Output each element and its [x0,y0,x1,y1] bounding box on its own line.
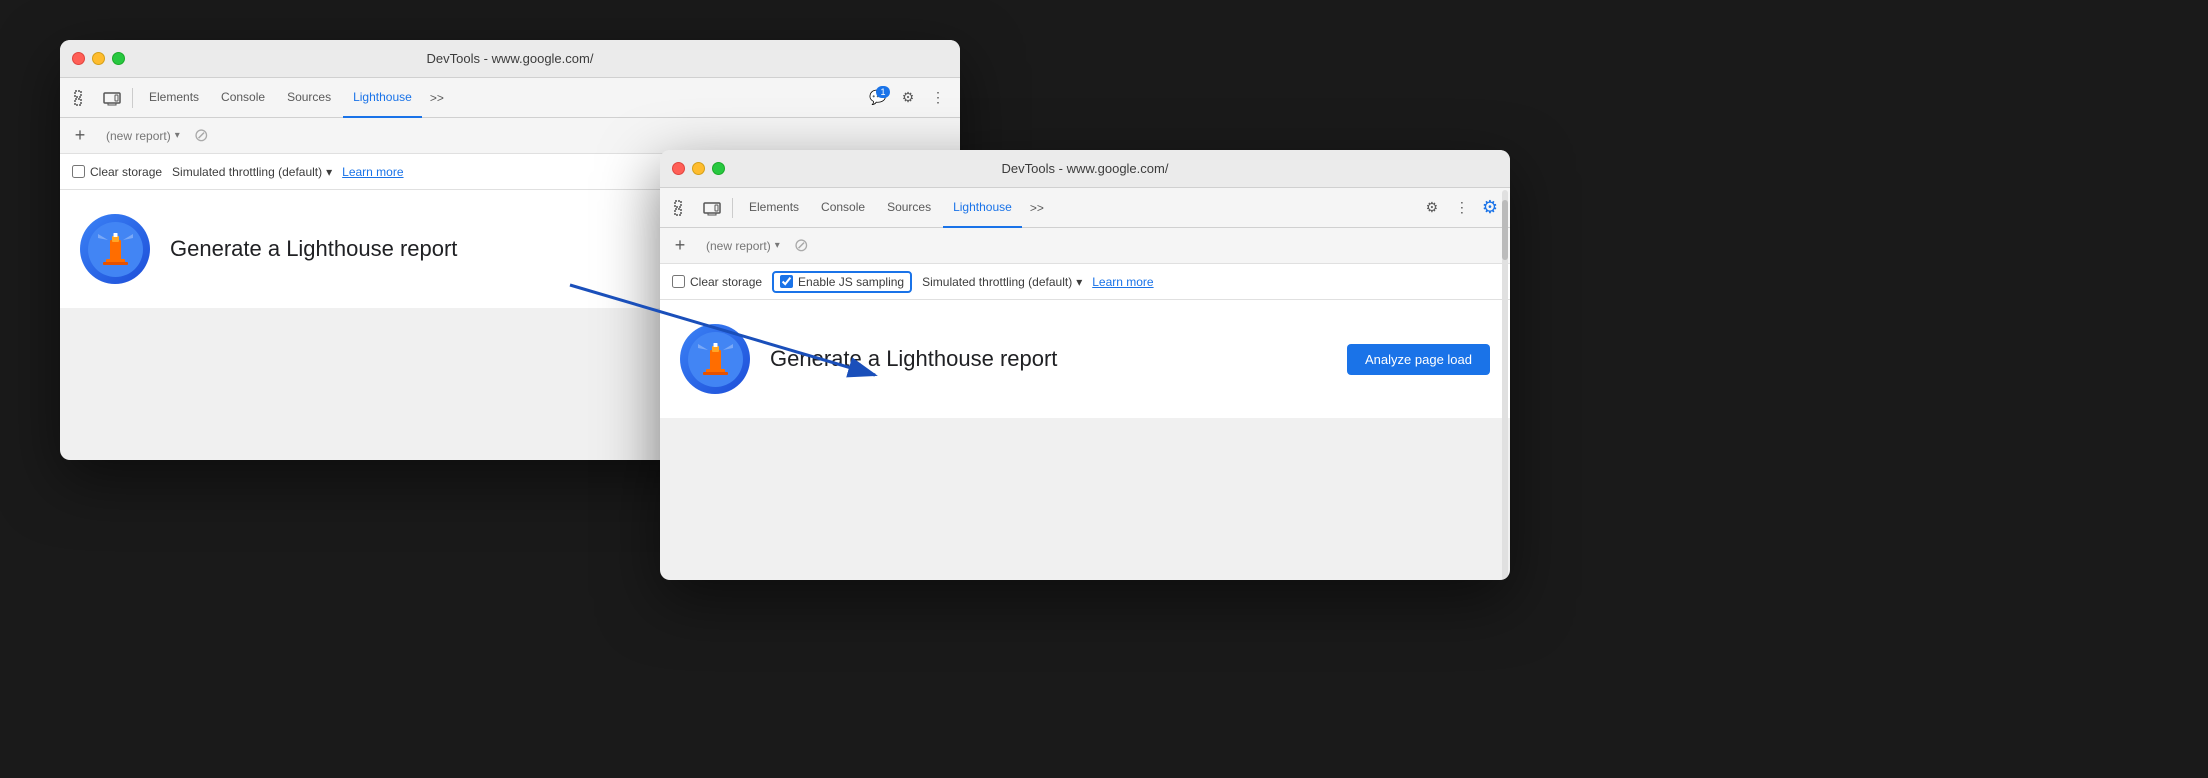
report-bar-1: + (new report) ▾ ⊘ [60,118,960,154]
gear-icon-2[interactable]: ⚙ [1418,194,1446,222]
clear-storage-checkbox[interactable]: Clear storage [72,165,162,179]
device-icon-2[interactable] [698,194,726,222]
window-title-1: DevTools - www.google.com/ [427,51,594,66]
add-report-icon[interactable]: + [68,125,92,146]
tab-sources[interactable]: Sources [277,78,341,118]
tab-separator [132,88,133,108]
enable-js-sampling-label[interactable]: Enable JS sampling [798,275,904,289]
title-bar-2: DevTools - www.google.com/ [660,150,1510,188]
clear-report-icon-2[interactable]: ⊘ [794,235,809,256]
tab-bar-2: Elements Console Sources Lighthouse >> ⚙… [660,188,1510,228]
tab-elements[interactable]: Elements [139,78,209,118]
comment-icon[interactable]: 💬 1 [864,84,892,112]
report-bar-2: + (new report) ▾ ⊘ [660,228,1510,264]
tab-lighthouse[interactable]: Lighthouse [343,78,422,118]
close-button-2[interactable] [672,162,685,175]
tab-console-2[interactable]: Console [811,188,875,228]
enable-js-sampling-highlight: Enable JS sampling [772,271,912,293]
throttle-arrow-icon: ▾ [326,165,332,179]
dropdown-arrow-icon-2: ▾ [775,240,780,251]
more-icon-2[interactable]: ⋮ [1448,194,1476,222]
options-bar-2: Clear storage Enable JS sampling Simulat… [660,264,1510,300]
minimize-button[interactable] [92,52,105,65]
main-content-2: Generate a Lighthouse report Analyze pag… [660,300,1510,418]
generate-report-text: Generate a Lighthouse report [170,236,457,262]
devtools-window-2: DevTools - www.google.com/ Elements Cons… [660,150,1510,580]
lighthouse-logo-1 [80,214,150,284]
enable-js-sampling-input[interactable] [780,275,793,288]
minimize-button-2[interactable] [692,162,705,175]
report-selector-2[interactable]: (new report) ▾ [698,236,788,256]
tab-separator-2 [732,198,733,218]
learn-more-link-2[interactable]: Learn more [1092,275,1153,289]
settings-blue-icon[interactable]: ⚙ [1478,197,1502,218]
tab-more[interactable]: >> [424,91,450,105]
scrollbar-thumb[interactable] [1502,200,1508,260]
generate-report-text-2: Generate a Lighthouse report [770,346,1057,372]
tab-more-2[interactable]: >> [1024,201,1050,215]
clear-storage-checkbox-2[interactable]: Clear storage [672,275,762,289]
learn-more-link-1[interactable]: Learn more [342,165,403,179]
maximize-button-2[interactable] [712,162,725,175]
clear-report-icon[interactable]: ⊘ [194,125,209,146]
more-icon[interactable]: ⋮ [924,84,952,112]
scrollbar[interactable] [1502,190,1508,580]
traffic-lights-2 [672,162,725,175]
add-report-icon-2[interactable]: + [668,235,692,256]
throttle-dropdown[interactable]: Simulated throttling (default) ▾ [172,165,332,179]
tab-lighthouse-2[interactable]: Lighthouse [943,188,1022,228]
clear-storage-input[interactable] [72,165,85,178]
cursor-icon[interactable] [68,84,96,112]
tab-bar-1: Elements Console Sources Lighthouse >> 💬… [60,78,960,118]
gear-icon[interactable]: ⚙ [894,84,922,112]
traffic-lights-1 [72,52,125,65]
tab-console[interactable]: Console [211,78,275,118]
window-title-2: DevTools - www.google.com/ [1002,161,1169,176]
tab-sources-2[interactable]: Sources [877,188,941,228]
throttle-arrow-icon-2: ▾ [1076,275,1082,289]
cursor-icon-2[interactable] [668,194,696,222]
title-bar-1: DevTools - www.google.com/ [60,40,960,78]
report-selector[interactable]: (new report) ▾ [98,126,188,146]
maximize-button[interactable] [112,52,125,65]
device-icon[interactable] [98,84,126,112]
analyze-page-load-button[interactable]: Analyze page load [1347,344,1490,375]
close-button[interactable] [72,52,85,65]
tab-elements-2[interactable]: Elements [739,188,809,228]
dropdown-arrow-icon: ▾ [175,130,180,141]
lighthouse-logo-2 [680,324,750,394]
throttle-dropdown-2[interactable]: Simulated throttling (default) ▾ [922,275,1082,289]
clear-storage-input-2[interactable] [672,275,685,288]
